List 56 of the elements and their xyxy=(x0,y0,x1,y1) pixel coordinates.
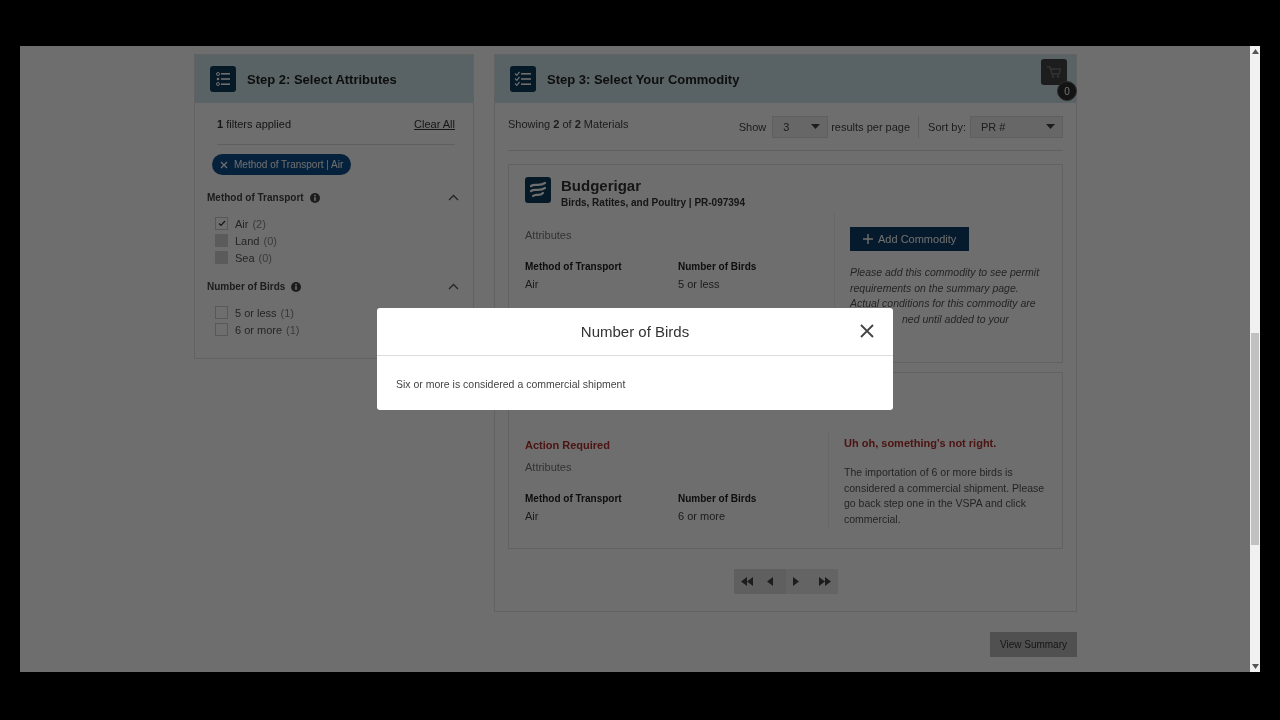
attribute-value: 6 or more xyxy=(678,510,727,522)
alert-label: Action Required xyxy=(525,439,611,451)
close-icon xyxy=(860,324,874,338)
close-icon xyxy=(220,160,228,169)
list-icon xyxy=(210,66,236,92)
per-page-dropdown[interactable]: 3 xyxy=(772,115,829,138)
attribute-label: Number of Birds xyxy=(678,493,758,504)
sort-label: Sort by: xyxy=(928,120,966,133)
per-page-label: results per page xyxy=(831,120,911,133)
modal-title: Number of Birds xyxy=(580,323,690,340)
clear-all-link[interactable]: Clear All xyxy=(414,118,455,130)
close-button[interactable] xyxy=(860,324,874,338)
error-title: Uh oh, something's not right. xyxy=(844,437,998,449)
plus-icon xyxy=(863,234,873,244)
attribute-label: Method of Transport xyxy=(525,261,623,272)
section-label: Attributes xyxy=(525,229,573,241)
view-summary-button[interactable]: View Summary xyxy=(989,632,1077,657)
cart-count-badge: 0 xyxy=(1057,81,1077,101)
panel-title: Step 3: Select Your Commodity xyxy=(547,71,741,87)
filter-chip[interactable]: Method of Transport | Air xyxy=(212,154,352,175)
panel-title: Step 2: Select Attributes xyxy=(247,71,397,87)
first-page-button[interactable] xyxy=(733,569,760,594)
attribute-value: 5 or less xyxy=(678,278,721,290)
attribute-value: Air xyxy=(525,510,540,522)
info-icon xyxy=(291,281,302,292)
check-icon xyxy=(217,220,226,227)
info-icon xyxy=(309,192,320,203)
filters-count: 1 filters applied xyxy=(217,118,291,130)
results-count: Showing 2 of 2 Materials xyxy=(508,118,630,130)
scroll-up-icon xyxy=(1251,49,1259,54)
add-commodity-button[interactable]: Add Commodity xyxy=(850,227,970,251)
section-label: Attributes xyxy=(525,461,573,473)
modal-message: Six or more is considered a commercial shipment xyxy=(396,378,626,390)
attribute-label: Method of Transport xyxy=(525,493,623,504)
chevron-up-icon[interactable] xyxy=(448,283,459,290)
scrollbar-thumb[interactable] xyxy=(1251,333,1259,545)
double-left-icon xyxy=(740,577,753,586)
chevron-up-icon[interactable] xyxy=(448,194,459,201)
error-message: The importation of 6 or more birds is considered a commercial shipment. Please go back step one in the VSPA and click commercial. xyxy=(844,465,1046,527)
show-label: Show xyxy=(738,120,767,133)
commodity-name: Budgerigar xyxy=(561,177,642,194)
double-right-icon xyxy=(818,577,831,586)
filter-group-title: Number of Birds xyxy=(207,281,286,292)
attribute-value: Air xyxy=(525,278,540,290)
filter-group-title: Method of Transport xyxy=(207,192,304,203)
previous-page-button[interactable] xyxy=(759,569,786,594)
caret-down-icon xyxy=(1046,124,1055,129)
attribute-label: Number of Birds xyxy=(678,261,758,272)
commodity-subtitle: Birds, Ratites, and Poultry | PR-097394 xyxy=(561,197,745,208)
checkbox[interactable] xyxy=(215,217,228,230)
checklist-icon xyxy=(510,66,536,92)
caret-down-icon xyxy=(811,124,821,129)
sort-dropdown[interactable]: PR # xyxy=(970,115,1063,138)
wave-icon xyxy=(525,177,551,203)
commodity-note: ned until added to your xyxy=(901,311,1010,327)
scroll-down-icon xyxy=(1251,664,1259,669)
